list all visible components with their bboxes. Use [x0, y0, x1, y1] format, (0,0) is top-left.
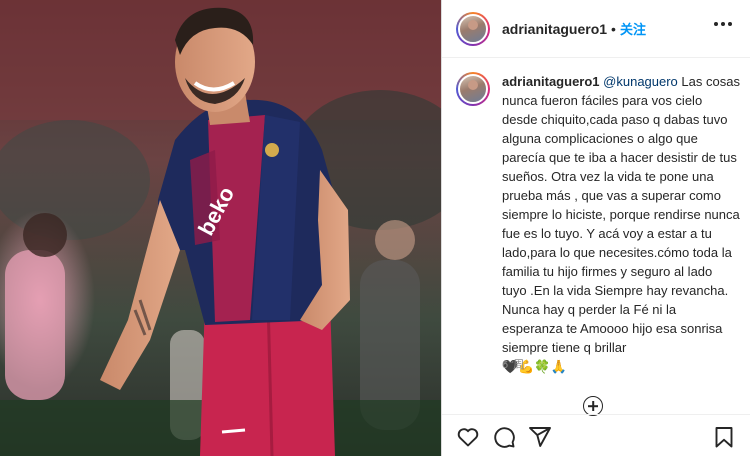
caption-body: Las cosas nunca fueron fáciles para vos … — [502, 74, 740, 374]
share-icon[interactable] — [528, 425, 552, 449]
caption-comment: adrianitaguero1 @kunaguero Las cosas nun… — [456, 72, 741, 376]
post-header: adrianitaguero1 • 关注 — [442, 0, 750, 58]
author-username[interactable]: adrianitaguero1 — [502, 21, 607, 37]
caption-mention-link[interactable]: @kunaguero — [603, 74, 678, 89]
caption-author-avatar[interactable] — [456, 72, 490, 106]
plus-circle-icon[interactable] — [583, 396, 603, 416]
follow-button[interactable]: 关注 — [620, 19, 646, 38]
avatar-image — [458, 13, 488, 44]
separator-dot: • — [611, 20, 616, 37]
post-photo[interactable]: beko — [0, 0, 441, 456]
post-sidebar: adrianitaguero1 • 关注 adrianitaguero1 @ku… — [441, 0, 750, 456]
caption-author-username[interactable]: adrianitaguero1 — [502, 74, 600, 89]
caption-text: adrianitaguero1 @kunaguero Las cosas nun… — [502, 72, 740, 376]
player-illustration: beko — [0, 0, 441, 456]
bookmark-icon[interactable] — [712, 425, 736, 449]
avatar-image — [458, 74, 488, 104]
action-bar — [442, 414, 750, 456]
post-timestamp[interactable]: 6 周 — [502, 356, 525, 372]
heart-icon[interactable] — [456, 425, 480, 449]
author-avatar[interactable] — [456, 11, 490, 46]
more-options-icon[interactable] — [714, 22, 732, 26]
instagram-post: beko adrianitaguero1 • 关注 adrianitaguero… — [0, 0, 750, 456]
comment-icon[interactable] — [492, 425, 516, 449]
